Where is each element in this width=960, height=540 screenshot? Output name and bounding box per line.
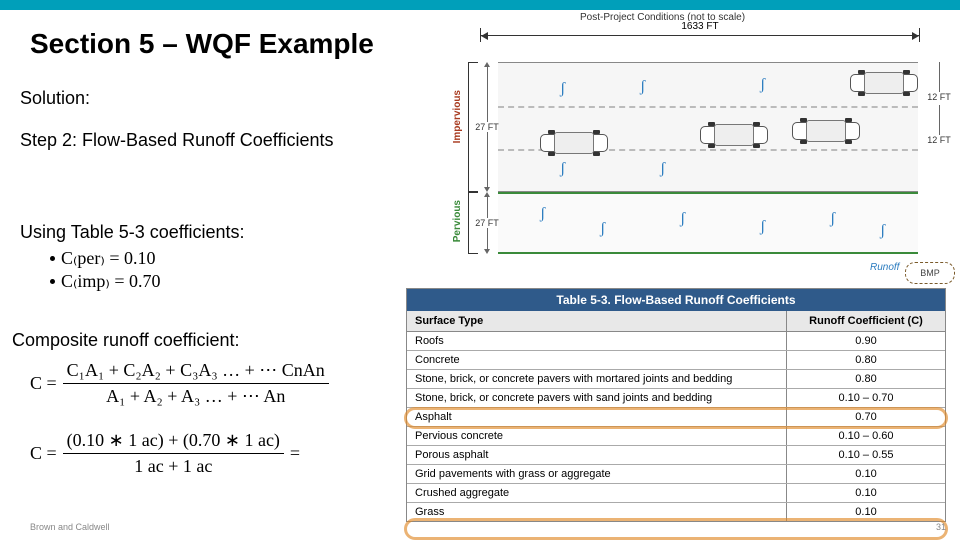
car-icon <box>700 122 768 148</box>
table-body: Roofs0.90Concrete0.80Stone, brick, or co… <box>407 332 945 521</box>
footer-page: 31 <box>936 522 946 532</box>
cell-surface: Stone, brick, or concrete pavers with sa… <box>407 389 787 407</box>
cell-coeff: 0.70 <box>787 408 945 426</box>
slide-body: Section 5 – WQF Example Solution: Step 2… <box>0 10 960 540</box>
cell-surface: Concrete <box>407 351 787 369</box>
cell-coeff: 0.80 <box>787 351 945 369</box>
runoff-squiggle-icon: ʃ <box>560 80 565 98</box>
runoff-squiggle-icon: ʃ <box>760 76 765 94</box>
table-row: Roofs0.90 <box>407 332 945 351</box>
th-coeff: Runoff Coefficient (C) <box>787 311 945 331</box>
table-row: Grass0.10 <box>407 503 945 521</box>
runoff-squiggle-icon: ʃ <box>680 210 685 228</box>
composite-label: Composite runoff coefficient: <box>12 330 239 351</box>
cell-surface: Asphalt <box>407 408 787 426</box>
formula-denominator: 1 ac + 1 ac <box>130 456 216 477</box>
c-per: C₍per₎ = 0.10 <box>61 248 155 269</box>
cell-surface: Crushed aggregate <box>407 484 787 502</box>
c-imp: C₍imp₎ = 0.70 <box>61 271 161 292</box>
car-icon <box>540 130 608 156</box>
lane-dash <box>498 106 918 108</box>
equals: = <box>290 443 300 464</box>
table-row: Pervious concrete0.10 – 0.60 <box>407 427 945 446</box>
formula-denominator: A₁ + A₂ + A₃ … + ⋯ An <box>102 386 289 407</box>
cell-surface: Porous asphalt <box>407 446 787 464</box>
formula-lhs: C = <box>30 373 57 394</box>
cell-surface: Grass <box>407 503 787 521</box>
car-icon <box>792 118 860 144</box>
table-header: Surface Type Runoff Coefficient (C) <box>407 311 945 332</box>
lane-dim-1: 12 FT <box>924 62 954 105</box>
runoff-squiggle-icon: ʃ <box>640 78 645 96</box>
cell-coeff: 0.10 <box>787 465 945 483</box>
depth-dim-pervious: 27 FT <box>480 192 494 254</box>
table-row: Concrete0.80 <box>407 351 945 370</box>
solution-label: Solution: <box>20 88 90 109</box>
runoff-squiggle-icon: ʃ <box>830 210 835 228</box>
table-row: Stone, brick, or concrete pavers with mo… <box>407 370 945 389</box>
car-icon <box>850 70 918 96</box>
formula-plugged: C = (0.10 ∗ 1 ac) + (0.70 ∗ 1 ac) 1 ac +… <box>30 430 300 477</box>
cell-coeff: 0.10 <box>787 503 945 521</box>
impervious-label: Impervious <box>452 90 463 143</box>
table-row: Grid pavements with grass or aggregate0.… <box>407 465 945 484</box>
formula-lhs: C = <box>30 443 57 464</box>
runoff-squiggle-icon: ʃ <box>540 205 545 223</box>
coefficient-list: C₍per₎ = 0.10 C₍imp₎ = 0.70 <box>50 248 161 294</box>
cell-coeff: 0.80 <box>787 370 945 388</box>
cell-surface: Grid pavements with grass or aggregate <box>407 465 787 483</box>
accent-bar <box>0 0 960 10</box>
horizontal-dimension: 1633 FT <box>480 28 920 42</box>
using-label: Using Table 5-3 coefficients: <box>20 222 244 243</box>
bmp-box: BMP <box>905 262 955 284</box>
step-label: Step 2: Flow-Based Runoff Coefficients <box>20 130 380 152</box>
section-title: Section 5 – WQF Example <box>30 28 374 60</box>
coeff-table: Table 5-3. Flow-Based Runoff Coefficient… <box>406 288 946 522</box>
table-row: Crushed aggregate0.10 <box>407 484 945 503</box>
width-label: 1633 FT <box>677 21 722 32</box>
formula-numerator: (0.10 ∗ 1 ac) + (0.70 ∗ 1 ac) <box>63 430 284 451</box>
runoff-squiggle-icon: ʃ <box>880 222 885 240</box>
cell-surface: Stone, brick, or concrete pavers with mo… <box>407 370 787 388</box>
formula-numerator: C₁A₁ + C₂A₂ + C₃A₃ … + ⋯ CnAn <box>63 360 329 381</box>
depth-dim-impervious: 27 FT <box>480 62 494 192</box>
cell-coeff: 0.10 <box>787 484 945 502</box>
footer-author: Brown and Caldwell <box>30 522 110 532</box>
runoff-squiggle-icon: ʃ <box>560 160 565 178</box>
table-row: Asphalt0.70 <box>407 408 945 427</box>
lane-dim-2: 12 FT <box>924 105 954 148</box>
runoff-label: Runoff <box>870 262 899 273</box>
table-row: Porous asphalt0.10 – 0.55 <box>407 446 945 465</box>
bullet-icon <box>50 256 55 261</box>
cell-coeff: 0.10 – 0.55 <box>787 446 945 464</box>
bullet-icon <box>50 279 55 284</box>
table-title: Table 5-3. Flow-Based Runoff Coefficient… <box>407 289 945 311</box>
pervious-label: Pervious <box>452 200 463 242</box>
th-surface: Surface Type <box>407 311 787 331</box>
cell-surface: Pervious concrete <box>407 427 787 445</box>
formula-general: C = C₁A₁ + C₂A₂ + C₃A₃ … + ⋯ CnAn A₁ + A… <box>30 360 329 407</box>
cell-surface: Roofs <box>407 332 787 350</box>
cell-coeff: 0.90 <box>787 332 945 350</box>
pervious-strip <box>498 192 918 254</box>
runoff-squiggle-icon: ʃ <box>600 220 605 238</box>
cell-coeff: 0.10 – 0.60 <box>787 427 945 445</box>
runoff-squiggle-icon: ʃ <box>760 218 765 236</box>
cell-coeff: 0.10 – 0.70 <box>787 389 945 407</box>
runoff-squiggle-icon: ʃ <box>660 160 665 178</box>
table-row: Stone, brick, or concrete pavers with sa… <box>407 389 945 408</box>
